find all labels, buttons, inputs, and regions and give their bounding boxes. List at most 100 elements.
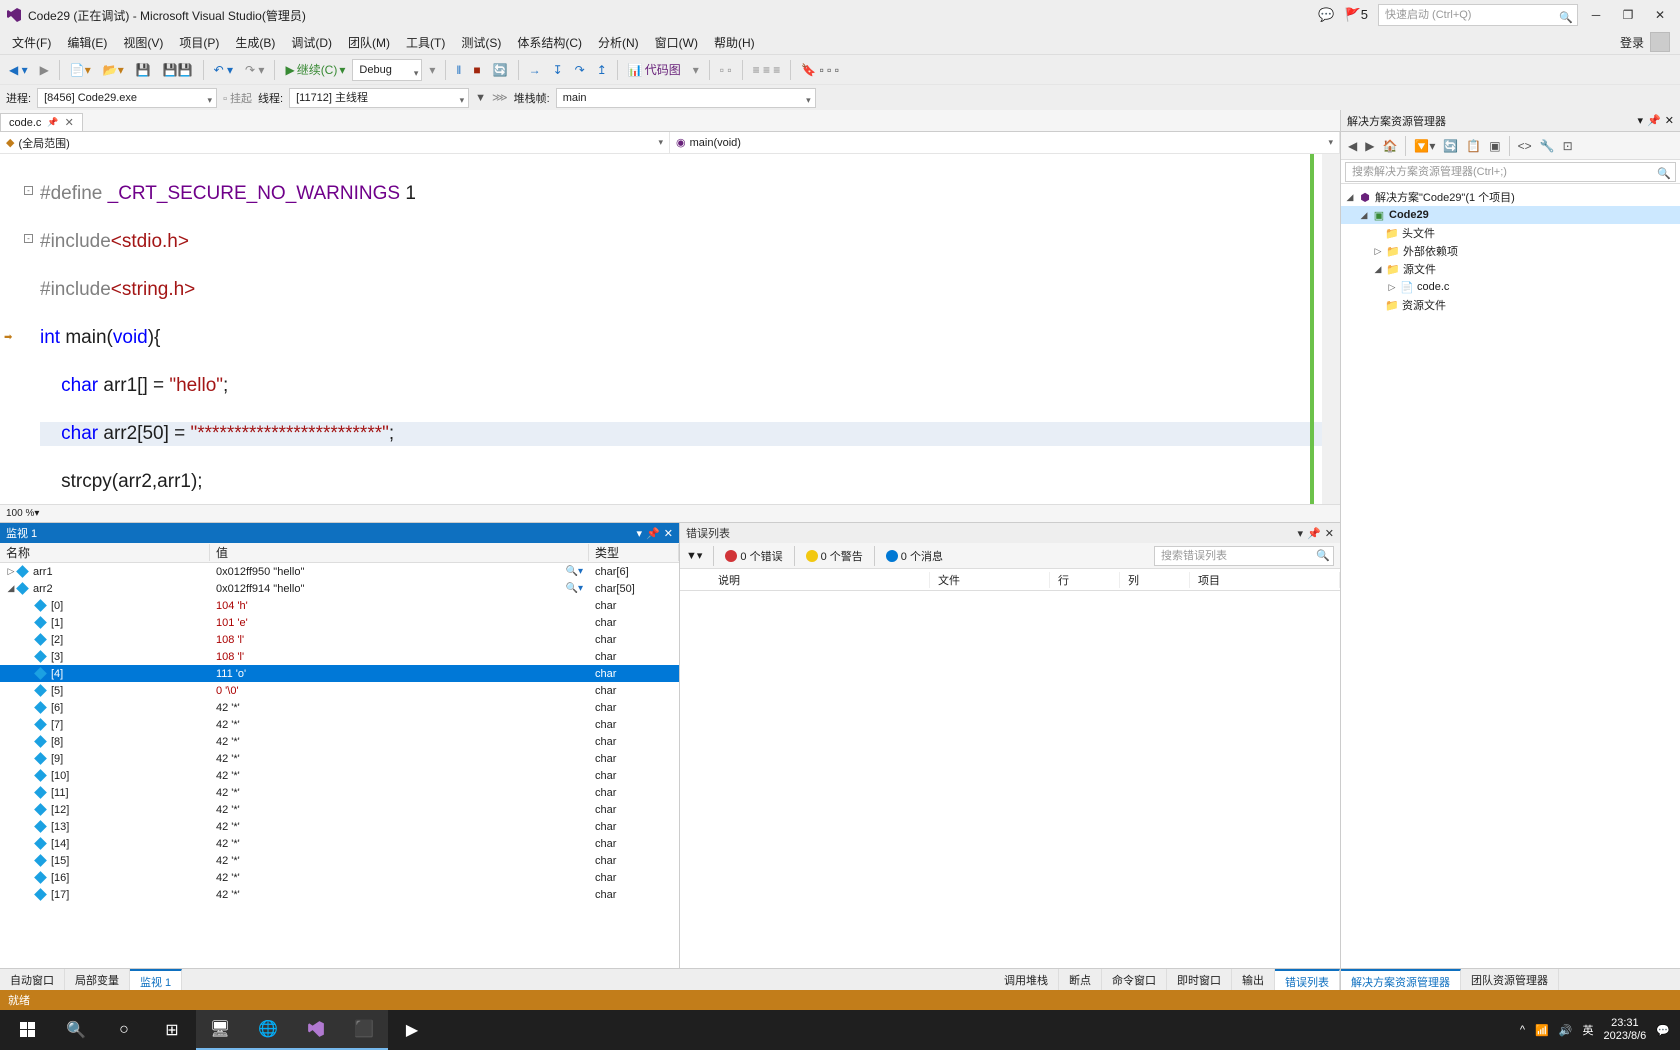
- col-line[interactable]: 行: [1050, 572, 1120, 588]
- zoom-combo[interactable]: 100 %: [6, 508, 34, 519]
- taskbar-vm-icon[interactable]: 🖥: [196, 1010, 244, 1050]
- solution-search-input[interactable]: 搜索解决方案资源管理器(Ctrl+;)🔍: [1345, 162, 1676, 182]
- watch-row[interactable]: [0]104 'h'char: [0, 597, 679, 614]
- value-visualizer-icon[interactable]: 🔍▾: [566, 583, 583, 594]
- watch-row[interactable]: [2]108 'l'char: [0, 631, 679, 648]
- menu-project[interactable]: 项目(P): [171, 31, 227, 54]
- panel-menu-icon[interactable]: ▾: [1298, 527, 1304, 540]
- user-avatar-icon[interactable]: [1650, 32, 1670, 52]
- watch-row[interactable]: [14]42 '*'char: [0, 835, 679, 852]
- sources-folder[interactable]: ◢ 📁 源文件: [1341, 260, 1680, 278]
- panel-menu-icon[interactable]: ▾: [637, 527, 643, 540]
- menu-window[interactable]: 窗口(W): [647, 31, 706, 54]
- resources-folder[interactable]: 📁 资源文件: [1341, 296, 1680, 314]
- menu-tools[interactable]: 工具(T): [398, 31, 453, 54]
- headers-folder[interactable]: 📁 头文件: [1341, 224, 1680, 242]
- solution-root[interactable]: ◢ ⬢ 解决方案"Code29"(1 个项目): [1341, 188, 1680, 206]
- feedback-icon[interactable]: 💬: [1318, 7, 1334, 23]
- start-button[interactable]: [4, 1010, 52, 1050]
- suspend-button[interactable]: ▫ 挂起: [223, 90, 252, 106]
- watch-row[interactable]: [4]111 'o'char: [0, 665, 679, 682]
- value-visualizer-icon[interactable]: 🔍▾: [566, 566, 583, 577]
- col-type[interactable]: 类型: [589, 544, 679, 561]
- solution-header[interactable]: 解决方案资源管理器 ▾ 📌 ✕: [1341, 110, 1680, 132]
- cortana-icon[interactable]: ○: [100, 1010, 148, 1050]
- menu-view[interactable]: 视图(V): [115, 31, 171, 54]
- watch-row[interactable]: [11]42 '*'char: [0, 784, 679, 801]
- watch-row[interactable]: ▷arr10x012ff950 "hello"🔍▾char[6]: [0, 563, 679, 580]
- code-editor[interactable]: ➡ - - #define _CRT_SECURE_NO_WARNINGS 1 …: [0, 154, 1340, 504]
- source-file-node[interactable]: ▷ 📄 code.c: [1341, 278, 1680, 296]
- externals-folder[interactable]: ▷ 📁 外部依赖项: [1341, 242, 1680, 260]
- step-into-button[interactable]: ↧: [548, 60, 568, 80]
- editor-tab-codec[interactable]: code.c 📌 ✕: [0, 113, 83, 131]
- login-link[interactable]: 登录: [1620, 34, 1644, 51]
- sol-home-button[interactable]: 🏠: [1379, 137, 1400, 155]
- error-body[interactable]: [680, 591, 1340, 968]
- tab-error-list[interactable]: 错误列表: [1275, 969, 1340, 990]
- restart-button[interactable]: 🔄: [488, 60, 513, 80]
- menu-debug[interactable]: 调试(D): [283, 31, 340, 54]
- menu-edit[interactable]: 编辑(E): [59, 31, 115, 54]
- menu-arch[interactable]: 体系结构(C): [509, 31, 590, 54]
- break-all-button[interactable]: ‖: [451, 60, 466, 80]
- undo-button[interactable]: ↶ ▾: [209, 60, 238, 80]
- open-button[interactable]: 📂▾: [98, 60, 129, 80]
- panel-pin-icon[interactable]: 📌: [646, 527, 660, 540]
- notifications-flag[interactable]: 🚩5: [1345, 7, 1368, 23]
- tab-autos[interactable]: 自动窗口: [0, 969, 65, 990]
- misc-button[interactable]: ▾: [688, 60, 704, 80]
- volume-icon[interactable]: 🔊: [1559, 1024, 1573, 1037]
- sol-showall-button[interactable]: 📋: [1463, 137, 1484, 155]
- comment-button[interactable]: ≡ ≡ ≡: [748, 60, 786, 80]
- sol-refresh-button[interactable]: 🔄: [1440, 137, 1461, 155]
- tree-toggle[interactable]: ▷: [1373, 246, 1383, 257]
- step-out-button[interactable]: ↥: [592, 60, 612, 80]
- col-name[interactable]: 名称: [0, 544, 210, 561]
- filter-dropdown-icon[interactable]: ▼▾: [686, 549, 702, 562]
- tab-locals[interactable]: 局部变量: [65, 969, 130, 990]
- bookmark-button[interactable]: 🔖 ▫ ▫ ▫: [796, 60, 844, 80]
- panel-pin-icon[interactable]: 📌: [1647, 114, 1661, 127]
- messages-filter[interactable]: 0 个消息: [886, 548, 943, 564]
- watch-row[interactable]: [3]108 'l'char: [0, 648, 679, 665]
- watch-row[interactable]: [10]42 '*'char: [0, 767, 679, 784]
- scope-combo[interactable]: ◆ (全局范围): [0, 132, 670, 153]
- stop-button[interactable]: ■: [468, 60, 485, 80]
- solution-tree[interactable]: ◢ ⬢ 解决方案"Code29"(1 个项目) ◢ ▣ Code29 📁 头文件…: [1341, 184, 1680, 968]
- fold-toggle[interactable]: -: [24, 234, 33, 243]
- new-project-button[interactable]: 📄▾: [65, 60, 96, 80]
- watch-row[interactable]: [6]42 '*'char: [0, 699, 679, 716]
- panel-menu-icon[interactable]: ▾: [1638, 114, 1644, 127]
- tab-immediate[interactable]: 即时窗口: [1167, 969, 1232, 990]
- tree-toggle[interactable]: ▷: [6, 566, 16, 577]
- col-value[interactable]: 值: [210, 544, 589, 561]
- sol-fwd-button[interactable]: ▶: [1362, 137, 1377, 155]
- save-button[interactable]: 💾: [131, 60, 156, 80]
- tree-toggle[interactable]: ▷: [1387, 282, 1397, 293]
- col-project[interactable]: 项目: [1190, 572, 1340, 588]
- col-file[interactable]: 文件: [930, 572, 1050, 588]
- tab-close-icon[interactable]: ✕: [65, 116, 74, 129]
- tab-watch-1[interactable]: 监视 1: [130, 969, 182, 990]
- maximize-button[interactable]: ❐: [1614, 4, 1642, 26]
- search-button[interactable]: 🔍: [52, 1010, 100, 1050]
- stack-combo[interactable]: main: [556, 88, 816, 108]
- panel-close-icon[interactable]: ✕: [1665, 114, 1674, 127]
- tab-team-explorer[interactable]: 团队资源管理器: [1461, 969, 1559, 990]
- close-button[interactable]: ✕: [1646, 4, 1674, 26]
- taskbar-media-icon[interactable]: ▶: [388, 1010, 436, 1050]
- menu-help[interactable]: 帮助(H): [706, 31, 763, 54]
- menu-test[interactable]: 测试(S): [453, 31, 509, 54]
- taskbar-clock[interactable]: 23:31 2023/8/6: [1603, 1017, 1646, 1043]
- code-map-button[interactable]: 📊 代码图: [623, 58, 686, 81]
- fold-margin[interactable]: - -: [22, 154, 36, 504]
- quick-launch-input[interactable]: 快速启动 (Ctrl+Q)🔍: [1378, 4, 1578, 26]
- tab-solution-explorer[interactable]: 解决方案资源管理器: [1341, 969, 1461, 990]
- redo-button[interactable]: ↷ ▾: [240, 60, 269, 80]
- process-combo[interactable]: [8456] Code29.exe: [37, 88, 217, 108]
- error-search-input[interactable]: 搜索错误列表🔍: [1154, 546, 1334, 566]
- pin-icon[interactable]: 📌: [47, 117, 58, 128]
- menu-analyze[interactable]: 分析(N): [590, 31, 647, 54]
- watch-row[interactable]: [16]42 '*'char: [0, 869, 679, 886]
